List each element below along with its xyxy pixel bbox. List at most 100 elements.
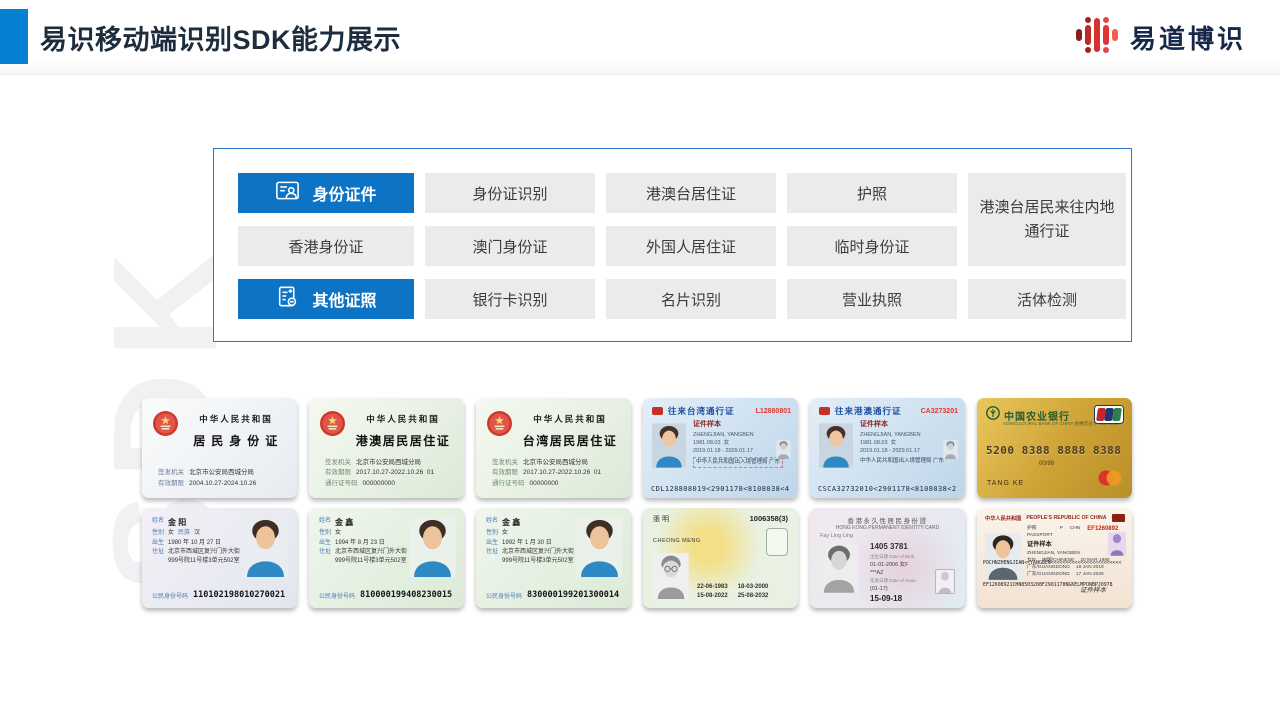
- permit-number: CA3273201: [921, 408, 958, 415]
- field-label: 签发机关: [325, 458, 351, 468]
- mrz-block: POCHNZHENGJIAN<<YANGBEN<<<<<<<<<<<<<<<<<…: [983, 545, 1121, 604]
- field-value: 000000000: [363, 479, 396, 489]
- portrait-photo: [819, 423, 853, 468]
- category-button-id-documents[interactable]: 身份证件: [238, 173, 414, 213]
- country-en: PEOPLE'S REPUBLIC OF CHINA: [1026, 515, 1106, 521]
- sample-bank-card: 中国农业银行 AGRICULTURAL BANK OF CHINA 金穗贷记卡 …: [977, 398, 1132, 498]
- card-title: 港澳居民居住证: [349, 432, 457, 449]
- bank-logo-icon: [986, 406, 1000, 425]
- button-gat-mainland-travel-permit[interactable]: 港澳台居民来往内地通行证: [968, 173, 1126, 266]
- national-emblem-icon: [319, 410, 346, 442]
- field-label: 公民身份号码: [486, 591, 522, 600]
- birth-sex-line: 1981.08.03 女: [693, 439, 783, 447]
- sample-idcard-front-3: 姓名金 鑫 性别女 出生1992 年 1 月 30 日 住址北京市西城区复兴门外…: [476, 508, 631, 608]
- issue-code: (01-17): [870, 585, 916, 594]
- category-button-other-documents[interactable]: 其他证照: [238, 279, 414, 319]
- field-label: 有效期限: [158, 479, 184, 489]
- sample-taiwan-travel-permit: 往来台湾通行证 L12880801 证件样本 ZHENGJIAN, YANGBE…: [643, 398, 798, 498]
- button-passport[interactable]: 护照: [787, 173, 957, 213]
- birth-date: 01-01-2006: [870, 562, 898, 568]
- category-button-label: 其他证照: [312, 287, 376, 311]
- card-title-cn: 香港永久性居民身份證: [810, 515, 965, 525]
- button-label: 香港身份证: [288, 236, 363, 257]
- permit-emblem-icon: [652, 407, 663, 415]
- button-hk-id[interactable]: 香港身份证: [238, 226, 414, 266]
- mrz-line-1: POCHNZHENGJIAN<<YANGBEN<<<<<<<<<<<<<<<<<…: [983, 560, 1121, 567]
- field-value: 北京市公安局西城分局: [189, 468, 254, 478]
- portrait-photo: [409, 517, 456, 577]
- portrait-photo: [576, 517, 623, 577]
- permit-emblem-icon: [819, 407, 830, 415]
- sample-macau-id: 張 明 1006358(3) CHEONG MENG 22-06-1983 18…: [643, 508, 798, 608]
- button-bankcard-ocr[interactable]: 银行卡识别: [425, 279, 595, 319]
- field-label: 公民身份号码: [319, 591, 355, 600]
- portrait-photo: [652, 423, 686, 468]
- card-country: 中华人民共和国: [516, 413, 624, 425]
- validity-dates: 2019.01.18 - 2029.01.17: [693, 447, 783, 455]
- field-label: 签发机关: [158, 468, 184, 478]
- button-temporary-id[interactable]: 临时身份证: [787, 226, 957, 266]
- id-number: 1006358(3): [750, 514, 788, 523]
- card-heading: 中华人民共和国 港澳居民居住证: [349, 413, 457, 449]
- field-label: 姓名: [152, 517, 164, 529]
- sample-hkmo-residence-permit: 中华人民共和国 港澳居民居住证 签发机关北京市公安局西城分局 有效期限2017.…: [309, 398, 464, 498]
- id-number-row: 公民身份号码 810000199408230015: [319, 590, 452, 600]
- ghost-photo: [935, 569, 955, 594]
- holder-name-en: ZHENGJIAN, YANGBEN: [860, 431, 944, 439]
- button-idcard-ocr[interactable]: 身份证识别: [425, 173, 595, 213]
- card-heading: 中华人民共和国 居 民 身 份 证: [182, 413, 290, 449]
- field-label: 通行证号码: [325, 479, 358, 489]
- id-number-row: 公民身份号码 110102198010270021: [152, 590, 285, 600]
- button-business-card-ocr[interactable]: 名片识别: [606, 279, 776, 319]
- page-title: 易识移动端识别SDK能力展示: [40, 18, 401, 57]
- sex: 女F: [900, 562, 909, 568]
- holder-name-en: ZHENGJIAN, YANGBEN: [693, 431, 783, 439]
- mrz-line: CDL128808019<2901178<8108038<4: [651, 485, 789, 493]
- address: 北京市西城区复兴门外大街999号院11号楼3单元502室: [502, 548, 580, 567]
- sample-cards-row-1: 中华人民共和国 居 民 身 份 证 签发机关北京市公安局西城分局 有效期限200…: [142, 398, 1132, 498]
- button-foreigner-residence[interactable]: 外国人居住证: [606, 226, 776, 266]
- card-title-en: HONG KONG PERMANENT IDENTITY CARD: [810, 525, 965, 531]
- ghost-photo-frame: [766, 528, 788, 556]
- holder-name-cn: 证件样本: [860, 420, 944, 431]
- national-emblem-icon: [486, 410, 513, 442]
- field-label: 姓名: [486, 517, 498, 529]
- button-business-license[interactable]: 营业执照: [787, 279, 957, 319]
- button-liveness-detection[interactable]: 活体检测: [968, 279, 1126, 319]
- holder-name: 金 鑫: [502, 517, 520, 529]
- sex: 女: [168, 529, 174, 538]
- holder-name-cn: 張 明: [653, 514, 669, 524]
- button-gat-residence-permit[interactable]: 港澳台居住证: [606, 173, 776, 213]
- sample-hkmo-travel-permit: 往来港澳通行证 CA3273201 证件样本 ZHENGJIAN, YANGBE…: [810, 398, 965, 498]
- validity-date: 15-08-2022: [697, 593, 728, 599]
- field-value: 2004.10.27-2024.10.26: [189, 479, 256, 489]
- permit-header: 往来台湾通行证 L12880801: [652, 405, 791, 417]
- birth-date: 1981.08.03: [860, 440, 888, 446]
- date-fields: 22-06-1983 18-03-2000 15-08-2022 25-08-2…: [697, 584, 768, 599]
- card-fields: 签发机关北京市公安局西城分局 有效期限 2004.10.27-2024.10.26: [158, 468, 256, 489]
- sample-idcard-front-1: 姓名金 阳 性别女民族汉 出生1980 年 10 月 27 日 住址北京市西城区…: [142, 508, 297, 608]
- card-fields: 签发机关北京市公安局西城分局 有效期限2017.10.27-2022.10.26…: [325, 458, 434, 489]
- card-heading: 香港永久性居民身份證 HONG KONG PERMANENT IDENTITY …: [810, 515, 965, 531]
- sex: 女: [502, 529, 508, 538]
- field-label: 住址: [152, 548, 164, 567]
- issuing-authority: 中华人民共和国出入境管理局 广东: [860, 457, 944, 465]
- sample-passport: 中华人民共和国 PEOPLE'S REPUBLIC OF CHINA 护照 PA…: [977, 508, 1132, 608]
- holder-name: 金 阳: [168, 517, 186, 529]
- field-value: 2017.10.27-2022.10.26 01: [356, 468, 434, 478]
- sample-taiwan-residence-permit: 中华人民共和国 台湾居民居住证 签发机关北京市公安局西城分局 有效期限2017.…: [476, 398, 631, 498]
- field-label: 民族: [178, 529, 190, 538]
- permit-title: 往来台湾通行证: [668, 405, 735, 417]
- button-label: 港澳台居住证: [646, 183, 736, 204]
- title-accent-block: [0, 9, 28, 64]
- slide: 易识移动端识别SDK能力展示 易道博识 SDK: [0, 0, 1280, 720]
- button-macau-id[interactable]: 澳门身份证: [425, 226, 595, 266]
- sex: 女: [724, 440, 730, 446]
- card-fields: 姓名金 鑫 性别女 出生1992 年 1 月 30 日 住址北京市西城区复兴门外…: [486, 517, 580, 567]
- field-value: 北京市公安局西城分局: [523, 458, 588, 468]
- holder-name-en: CHEONG MENG: [653, 538, 701, 544]
- mastercard-logo: [1097, 470, 1123, 491]
- button-label: 外国人居住证: [646, 236, 736, 257]
- id-number-row: 公民身份号码 830000199201300014: [486, 590, 619, 600]
- other-docs-icon: [275, 284, 300, 314]
